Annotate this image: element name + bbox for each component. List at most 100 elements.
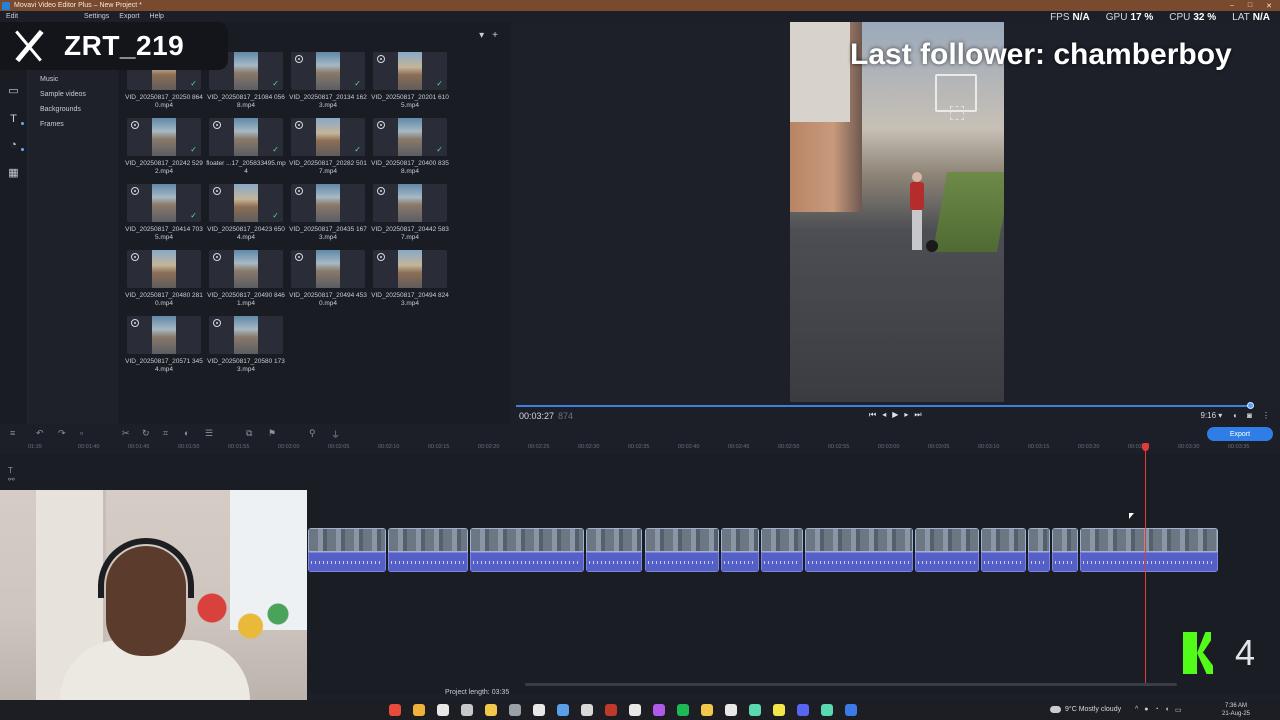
store-icon[interactable] xyxy=(821,704,833,716)
track-menu-icon[interactable]: ≡ xyxy=(10,428,15,438)
media-thumbnail[interactable]: ✓ VID_20250817_20242 5292.mp4 xyxy=(125,118,203,175)
preview-circle-icon[interactable] xyxy=(377,55,385,63)
play-icon[interactable]: ▶ xyxy=(892,410,898,420)
steam-icon[interactable] xyxy=(581,704,593,716)
chrome-icon[interactable] xyxy=(389,704,401,716)
transition-icon[interactable]: ⧉ xyxy=(246,428,252,439)
timeline-clip[interactable] xyxy=(721,528,759,572)
timeline-clip[interactable] xyxy=(586,528,642,572)
timeline-clip[interactable] xyxy=(1052,528,1078,572)
media-thumbnail[interactable]: ✓ VID_20250817_20423 6504.mp4 xyxy=(207,184,285,241)
cut-icon[interactable]: ✂ xyxy=(122,428,130,439)
microphone-icon[interactable]: ⏚ xyxy=(331,428,340,441)
minimize-button[interactable]: – xyxy=(1230,2,1234,10)
tray-app-icon[interactable]: ● xyxy=(1144,706,1148,714)
media-thumbnail[interactable]: VID_20250817_20480 2810.mp4 xyxy=(125,250,203,307)
category-sample-videos[interactable]: Sample videos xyxy=(40,91,86,98)
timeline-scrollbar[interactable] xyxy=(525,683,1177,686)
timeline-clip[interactable] xyxy=(1028,528,1050,572)
filters-icon[interactable]: ▭ xyxy=(7,84,20,97)
tray-chevron-icon[interactable]: ^ xyxy=(1135,706,1138,714)
preview-circle-icon[interactable] xyxy=(377,253,385,261)
preview-circle-icon[interactable] xyxy=(131,319,139,327)
tray-battery-icon[interactable]: ▭ xyxy=(1175,706,1182,714)
media-thumbnail[interactable]: VID_20250817_20490 8461.mp4 xyxy=(207,250,285,307)
timeline-clip[interactable] xyxy=(981,528,1026,572)
location-icon[interactable]: ⚲ xyxy=(309,428,316,439)
timeline-clip[interactable] xyxy=(805,528,913,572)
preview-circle-icon[interactable] xyxy=(213,253,221,261)
movavi-icon[interactable] xyxy=(845,704,857,716)
timeline-clip[interactable] xyxy=(388,528,468,572)
menu-item-export[interactable]: Export xyxy=(119,13,139,20)
add-media-icon[interactable]: + xyxy=(492,30,498,41)
titles-icon[interactable]: T xyxy=(7,112,20,125)
category-music[interactable]: Music xyxy=(40,76,58,83)
media-thumbnail[interactable]: ✓ VID_20250817_20400 8358.mp4 xyxy=(371,118,449,175)
media-thumbnail[interactable]: VID_20250817_20494 4530.mp4 xyxy=(289,250,367,307)
volume-icon[interactable]: ◖ xyxy=(1232,411,1237,420)
preview-circle-icon[interactable] xyxy=(213,121,221,129)
stickers-icon[interactable]: ◔ xyxy=(7,138,20,151)
marker-icon[interactable]: ⚑ xyxy=(268,428,276,439)
firefox-icon[interactable] xyxy=(413,704,425,716)
color-adjust-icon[interactable]: ◐ xyxy=(184,428,189,438)
capcut-icon[interactable] xyxy=(509,704,521,716)
snapshot-icon[interactable]: ◙ xyxy=(1247,411,1252,420)
aspect-ratio-select[interactable]: 9:16 ▾ xyxy=(1201,411,1223,420)
notification-icon[interactable] xyxy=(701,704,713,716)
filter-icon[interactable]: ▾ xyxy=(479,30,484,41)
media-player-icon[interactable] xyxy=(629,704,641,716)
media-thumbnail[interactable]: ✓ VID_20250817_20282 5017.mp4 xyxy=(289,118,367,175)
timeline-clip[interactable] xyxy=(470,528,584,572)
preview-circle-icon[interactable] xyxy=(131,121,139,129)
preview-circle-icon[interactable] xyxy=(295,187,303,195)
preview-progress-bar[interactable] xyxy=(516,405,1252,407)
preview-circle-icon[interactable] xyxy=(295,253,303,261)
maximize-button[interactable]: □ xyxy=(1248,2,1252,10)
timeline-ruler[interactable]: 01:35 00:01:40 00:01:45 00:01:50 00:01:55 00:… xyxy=(28,442,1280,454)
notion-icon[interactable] xyxy=(725,704,737,716)
preview-circle-icon[interactable] xyxy=(131,253,139,261)
tray-wifi-icon[interactable]: ◔ xyxy=(1155,706,1159,714)
close-button[interactable]: ✕ xyxy=(1266,2,1272,10)
text-track-icon[interactable]: T xyxy=(8,466,15,475)
step-forward-icon[interactable]: ▸ xyxy=(904,410,908,420)
spotify-icon[interactable] xyxy=(677,704,689,716)
video-track[interactable] xyxy=(308,528,1218,572)
rollercoaster-icon[interactable] xyxy=(461,704,473,716)
timeline-clip[interactable] xyxy=(915,528,979,572)
files-icon[interactable] xyxy=(773,704,785,716)
media-thumbnail[interactable]: ✓ floater ...17_205833495.mp4 xyxy=(206,118,286,175)
messenger-icon[interactable] xyxy=(653,704,665,716)
timeline-clip[interactable] xyxy=(761,528,803,572)
preview-circle-icon[interactable] xyxy=(213,319,221,327)
media-thumbnail[interactable]: VID_20250817_20571 3454.mp4 xyxy=(125,316,203,373)
preview-circle-icon[interactable] xyxy=(377,121,385,129)
rotate-icon[interactable]: ↻ xyxy=(142,428,150,439)
skip-start-icon[interactable]: ⏮ xyxy=(869,410,876,420)
discord-icon[interactable] xyxy=(797,704,809,716)
media-thumbnail[interactable]: VID_20250817_20442 5837.mp4 xyxy=(371,184,449,241)
crop-icon[interactable]: ⌗ xyxy=(163,428,168,439)
preview-circle-icon[interactable] xyxy=(213,187,221,195)
media-thumbnail[interactable]: VID_20250817_20580 1733.mp4 xyxy=(207,316,285,373)
taskbar-clock[interactable]: 7:36 AM 21-Aug-25 xyxy=(1222,702,1250,718)
shield-app-icon[interactable] xyxy=(437,704,449,716)
category-frames[interactable]: Frames xyxy=(40,121,64,128)
menu-item-edit[interactable]: Edit xyxy=(6,13,74,20)
more-tools-icon[interactable]: ▦ xyxy=(7,166,20,179)
menu-item-settings[interactable]: Settings xyxy=(84,13,109,20)
skip-end-icon[interactable]: ⏭ xyxy=(914,410,921,420)
undo-icon[interactable]: ↶ xyxy=(36,428,44,439)
more-icon[interactable]: ⋮ xyxy=(1262,411,1270,420)
vivaldi-icon[interactable] xyxy=(605,704,617,716)
timeline-clip[interactable] xyxy=(1080,528,1218,572)
media-thumbnail[interactable]: ✓ VID_20250817_20134 1623.mp4 xyxy=(289,52,367,109)
menu-item-help[interactable]: Help xyxy=(150,13,164,20)
media-thumbnail[interactable]: ✓ VID_20250817_20201 6105.mp4 xyxy=(371,52,449,109)
export-button[interactable]: Export xyxy=(1207,427,1273,441)
properties-icon[interactable]: ☰ xyxy=(205,428,213,439)
timeline-clip[interactable] xyxy=(645,528,719,572)
chatgpt-icon[interactable] xyxy=(749,704,761,716)
